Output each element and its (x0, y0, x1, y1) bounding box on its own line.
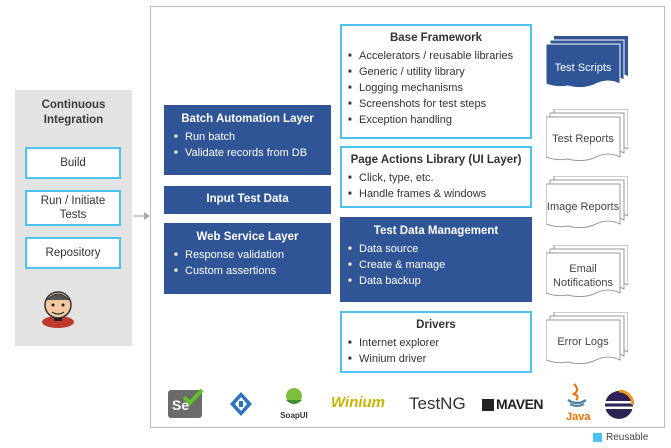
base-bullet: Exception handling (348, 112, 530, 128)
maven-text: MAVEN (496, 396, 544, 412)
ci-title: Continuous Integration (41, 99, 106, 126)
rest-assured-logo (230, 392, 252, 416)
page-actions-box: Page Actions Library (UI Layer) Click, t… (340, 146, 532, 208)
batch-bullet: Run batch (174, 129, 331, 145)
maven-feather-icon (482, 399, 494, 412)
image-reports-label: Image Reports (546, 201, 620, 213)
test-scripts-label: Test Scripts (554, 62, 612, 74)
maven-logo: MAVEN (482, 396, 544, 412)
page-actions-title: Page Actions Library (UI Layer) (350, 154, 522, 166)
jenkins-icon (40, 288, 76, 328)
tdm-title: Test Data Management (373, 225, 499, 237)
ci-repository-box: Repository (25, 237, 121, 269)
batch-automation-box: Batch Automation Layer Run batch Validat… (164, 105, 331, 175)
drivers-bullet: Winium driver (348, 351, 530, 367)
test-reports-doc: Test Reports (546, 109, 628, 162)
batch-bullet: Validate records from DB (174, 145, 331, 161)
email-notifications-label: Email Notifications (553, 263, 613, 289)
webservice-bullet: Response validation (174, 247, 331, 263)
input-test-data-box: Input Test Data (164, 186, 331, 214)
legend-swatch (593, 433, 602, 442)
error-logs-doc: Error Logs (546, 312, 628, 368)
page-actions-bullet: Click, type, etc. (348, 170, 530, 186)
tdm-bullet: Data backup (348, 273, 532, 289)
base-bullet: Logging mechanisms (348, 80, 530, 96)
java-text: Java (566, 411, 591, 423)
email-notifications-doc: Email Notifications (546, 245, 628, 301)
winium-logo: Winium (331, 394, 386, 411)
base-title: Base Framework (389, 32, 483, 44)
selenium-logo: Se (168, 388, 204, 418)
drivers-bullet: Internet explorer (348, 335, 530, 351)
input-title: Input Test Data (206, 193, 289, 205)
page-actions-bullet: Handle frames & windows (348, 186, 530, 202)
base-bullet: Screenshots for test steps (348, 96, 530, 112)
base-framework-box: Base Framework Accelerators / reusable l… (340, 24, 532, 139)
java-logo: Java (564, 382, 590, 424)
soapui-logo: SoapUI (278, 386, 310, 424)
tdm-bullet: Create & manage (348, 257, 532, 273)
ci-build-box: Build (25, 147, 121, 179)
arrow-connector (133, 209, 150, 221)
soapui-text: SoapUI (280, 411, 308, 420)
legend: Reusable (593, 432, 648, 443)
eclipse-logo (605, 390, 634, 419)
webservice-title: Web Service Layer (196, 231, 299, 243)
ci-run-box: Run / Initiate Tests (25, 190, 121, 226)
legend-label: Reusable (606, 432, 649, 443)
image-reports-doc: Image Reports (546, 176, 628, 232)
tools-logo-bar: Se SoapUI Winium TestNG MAVEN Java (168, 383, 638, 424)
webservice-bullet: Custom assertions (174, 263, 331, 279)
test-reports-label: Test Reports (552, 133, 614, 145)
batch-title: Batch Automation Layer (181, 113, 314, 125)
test-data-management-box: Test Data Management Data source Create … (340, 217, 532, 302)
tdm-bullet: Data source (348, 241, 532, 257)
error-logs-label: Error Logs (557, 336, 609, 348)
drivers-box: Drivers Internet explorer Winium driver (340, 311, 532, 373)
web-service-box: Web Service Layer Response validation Cu… (164, 223, 331, 294)
base-bullet: Generic / utility library (348, 64, 530, 80)
test-scripts-doc: Test Scripts (546, 36, 628, 89)
drivers-title: Drivers (416, 319, 456, 331)
testng-logo: TestNG (409, 394, 466, 413)
base-bullet: Accelerators / reusable libraries (348, 48, 530, 64)
